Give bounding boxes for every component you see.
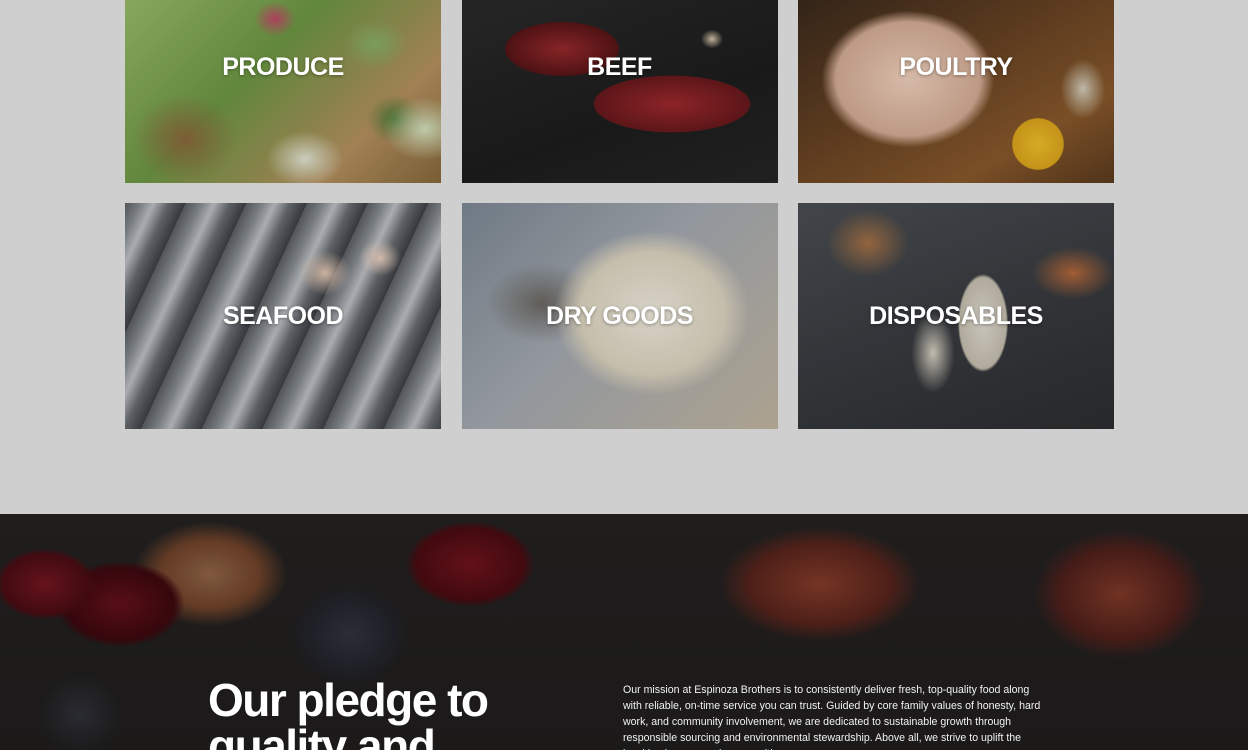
category-tile-beef[interactable]: BEEF bbox=[461, 0, 778, 183]
category-label-disposables: DISPOSABLES bbox=[869, 301, 1043, 330]
tile-overlay bbox=[798, 0, 1114, 183]
category-grid: PRODUCE BEEF POULTRY SEAFOOD DRY GOODS D… bbox=[125, 0, 1114, 429]
page: PRODUCE BEEF POULTRY SEAFOOD DRY GOODS D… bbox=[0, 0, 1248, 750]
category-tile-poultry[interactable]: POULTRY bbox=[798, 0, 1114, 183]
tile-overlay bbox=[125, 0, 441, 183]
mission-statement: Our mission at Espinoza Brothers is to c… bbox=[623, 684, 1041, 750]
tile-overlay bbox=[461, 0, 778, 183]
category-tile-dry-goods[interactable]: DRY GOODS bbox=[461, 203, 778, 429]
category-label-seafood: SEAFOOD bbox=[222, 301, 344, 330]
category-tile-produce[interactable]: PRODUCE bbox=[125, 0, 441, 183]
category-label-beef: BEEF bbox=[587, 52, 652, 81]
category-label-produce: PRODUCE bbox=[222, 52, 344, 81]
pledge-section: Our pledge to quality and Our mission at… bbox=[0, 514, 1248, 750]
category-tile-seafood[interactable]: SEAFOOD bbox=[125, 203, 441, 429]
category-label-poultry: POULTRY bbox=[899, 52, 1013, 81]
category-label-dry-goods: DRY GOODS bbox=[546, 301, 693, 330]
pledge-heading: Our pledge to quality and bbox=[208, 674, 489, 750]
category-tile-disposables[interactable]: DISPOSABLES bbox=[798, 203, 1114, 429]
